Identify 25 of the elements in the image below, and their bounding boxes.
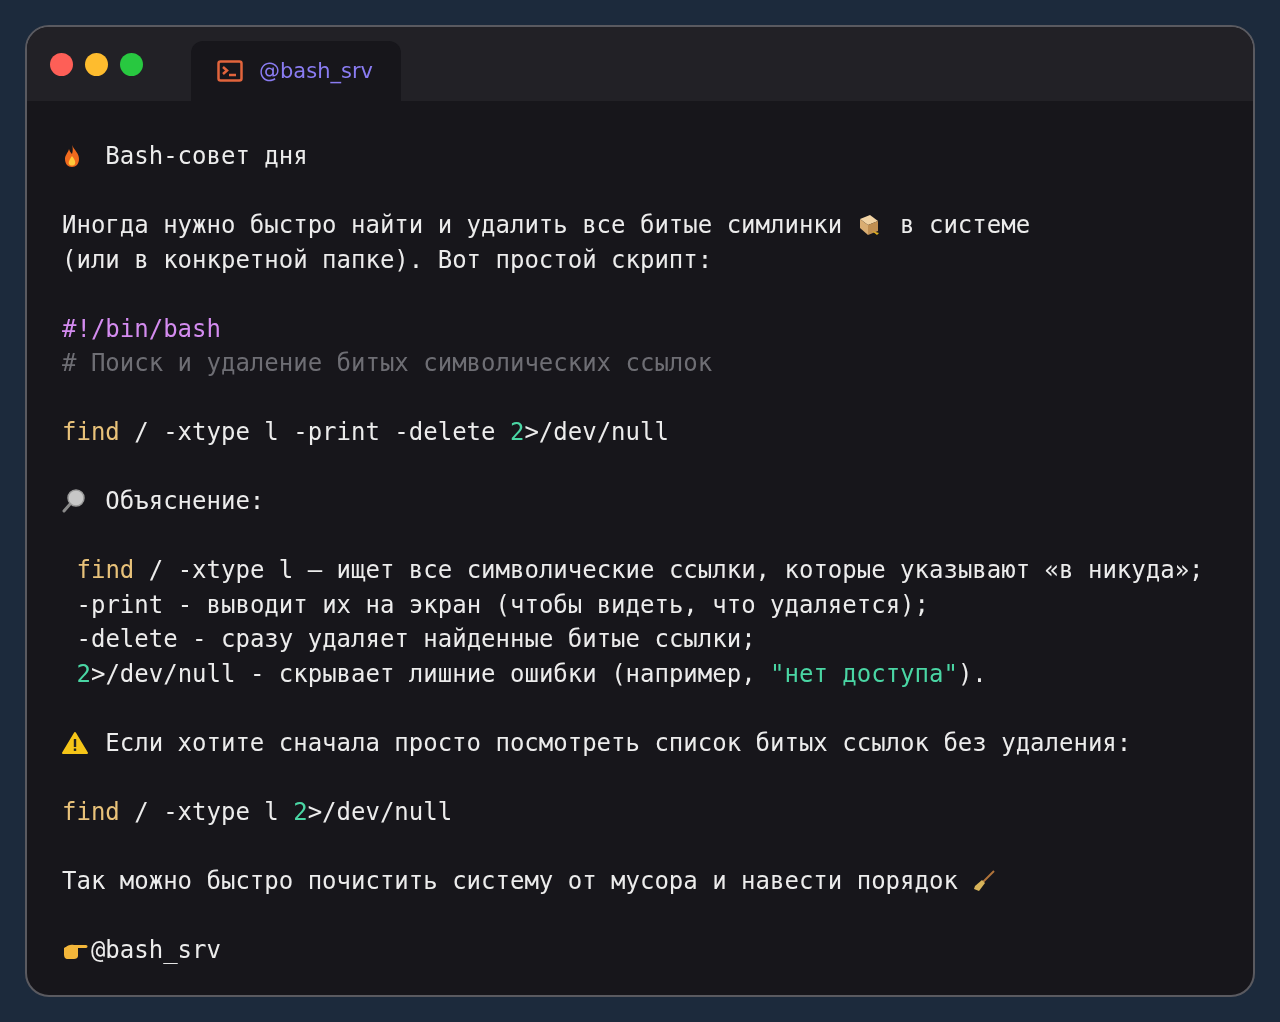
text-span: Иногда нужно быстро найти и удалить все битые симлинки <box>62 210 844 241</box>
text-line: (или в конкретной папке). Вот простой скрипт: <box>62 244 714 276</box>
text-span: Так можно быстро почистить систему от мусора и навести порядок <box>62 865 959 897</box>
magnifier-icon <box>62 489 86 514</box>
explanation-line: -print - выводит их на экран (чтобы видеть, что удаляется); <box>75 589 930 621</box>
text-span: Если хотите сначала просто посмотреть список битых ссылок без удаления: <box>104 727 1132 759</box>
code-line: find / -xtype l -print -delete 2>/dev/null <box>62 417 670 448</box>
code-line: #!/bin/bash <box>62 313 222 345</box>
terminal-icon <box>217 60 243 82</box>
text-span: @bash_srv <box>90 934 221 966</box>
fire-icon <box>62 144 82 169</box>
terminal-tab[interactable]: @bash_srv <box>191 41 401 101</box>
code-line: # Поиск и удаление битых символических ссылок <box>62 348 714 379</box>
text-span: Объяснение: <box>104 486 265 517</box>
explanation-line: -delete - сразу удаляет найденные битые ссылки; <box>75 624 757 655</box>
explanation-line: find / -xtype l — ищет все символические ссылки, которые указывают «в никуда»; <box>75 555 1205 586</box>
warning-icon <box>62 730 88 755</box>
text-span: в системе <box>899 210 1031 241</box>
text-span: Bash-совет дня <box>104 141 308 172</box>
maximize-button[interactable] <box>120 53 143 76</box>
minimize-button[interactable] <box>85 53 108 76</box>
code-line: find / -xtype l 2>/dev/null <box>62 796 454 828</box>
explanation-line: 2>/dev/null - скрывает лишние ошибки (например, "нет доступа"). <box>75 658 988 690</box>
broom-icon <box>972 868 997 893</box>
close-button[interactable] <box>50 53 73 76</box>
